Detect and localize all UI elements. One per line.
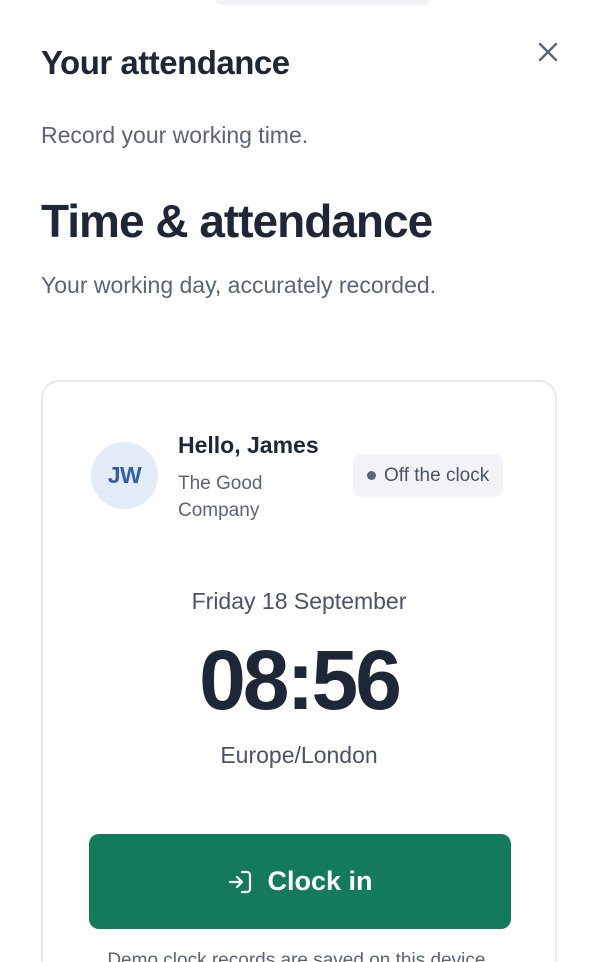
clock-card: JW Hello, James The Good Company Off the… xyxy=(41,380,557,962)
close-button[interactable] xyxy=(528,32,568,72)
section-subtitle: Your working day, accurately recorded. xyxy=(41,272,437,298)
demo-footnote: Demo clock records are saved on this dev… xyxy=(107,950,491,962)
sheet-grabber[interactable] xyxy=(215,0,430,5)
timezone: Europe/London xyxy=(220,742,378,768)
clock-in-button[interactable]: Clock in xyxy=(89,834,511,929)
current-time: 08:56 xyxy=(199,633,402,727)
login-arrow-icon xyxy=(229,870,252,893)
company-name: The Good Company xyxy=(178,473,263,521)
clock-in-label: Clock in xyxy=(267,866,373,896)
status-dot-icon xyxy=(367,471,376,480)
sheet-subtitle: Record your working time. xyxy=(41,122,309,148)
section-title: Time & attendance xyxy=(41,195,433,247)
status-badge: Off the clock xyxy=(353,454,504,497)
attendance-sheet: Your attendance Record your working time… xyxy=(0,0,600,962)
avatar: JW xyxy=(91,442,158,509)
sheet-title: Your attendance xyxy=(41,44,290,81)
close-icon xyxy=(538,42,558,62)
status-label: Off the clock xyxy=(384,464,490,486)
current-date: Friday 18 September xyxy=(191,588,407,614)
greeting: Hello, James xyxy=(178,432,319,458)
